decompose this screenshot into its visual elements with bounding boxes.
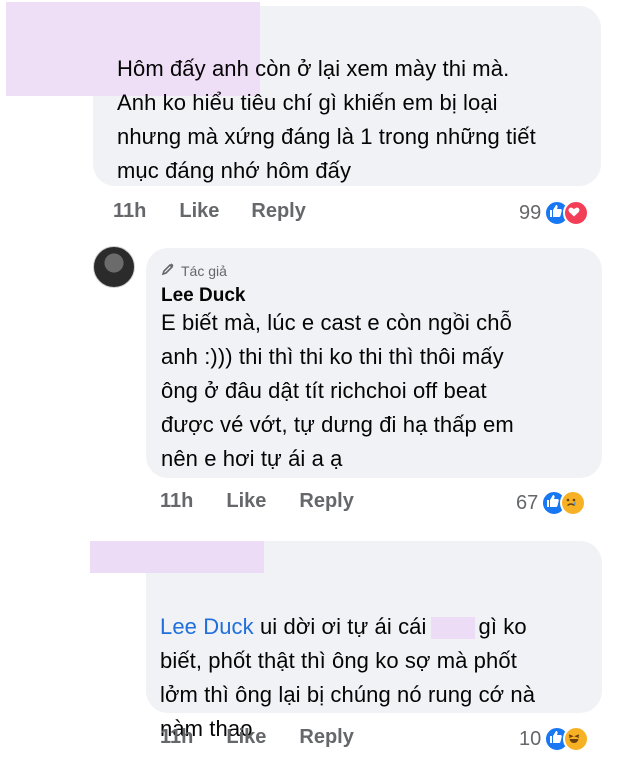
comment-text-3-a: ui dời ơi tự ái cái [253,614,427,639]
reply-button-3[interactable]: Reply [299,726,353,749]
love-reaction-icon [563,200,590,226]
pencil-icon [161,262,175,279]
reaction-count-1: 99 [519,201,542,224]
like-button-3[interactable]: Like [226,726,266,749]
haha-reaction-icon [563,726,590,752]
reaction-count-3: 10 [519,727,542,750]
comment-time-1: 11h [113,200,147,222]
author-avatar[interactable] [93,246,135,288]
comment-text-3: Lee Duck ui dời ơi tự ái cái gì ko biết, p… [160,576,590,746]
comment-time-3: 11h [160,726,194,748]
comment-actions-1: 11h Like Reply [113,200,306,223]
comment-text-2: E biết mà, lúc e cast e còn ngồi chỗ anh… [161,310,514,471]
comment-text-1: Hôm đấy anh còn ở lại xem mày thi mà. An… [117,56,536,183]
reaction-summary-3[interactable]: 10 [519,726,590,752]
redacted-username-3 [90,541,264,573]
mention-link[interactable]: Lee Duck [160,614,254,639]
sad-reaction-icon [560,490,587,516]
reply-button-1[interactable]: Reply [251,200,305,223]
author-badge: Tác giả [161,262,227,279]
author-badge-label: Tác giả [181,262,227,279]
like-button-2[interactable]: Like [226,490,266,513]
comment-actions-2: 11h Like Reply [160,490,354,513]
reaction-summary-1[interactable]: 99 [519,200,590,226]
reaction-count-2: 67 [516,491,539,514]
censored-word [430,617,475,640]
like-button-1[interactable]: Like [179,200,219,223]
reply-button-2[interactable]: Reply [299,490,353,513]
comment-time-2: 11h [160,490,194,512]
comment-text-3-b: gì ko [478,614,527,639]
comment-author-name[interactable]: Lee Duck [161,285,245,307]
reaction-summary-2[interactable]: 67 [516,490,587,516]
comment-actions-3: 11h Like Reply [160,726,354,749]
